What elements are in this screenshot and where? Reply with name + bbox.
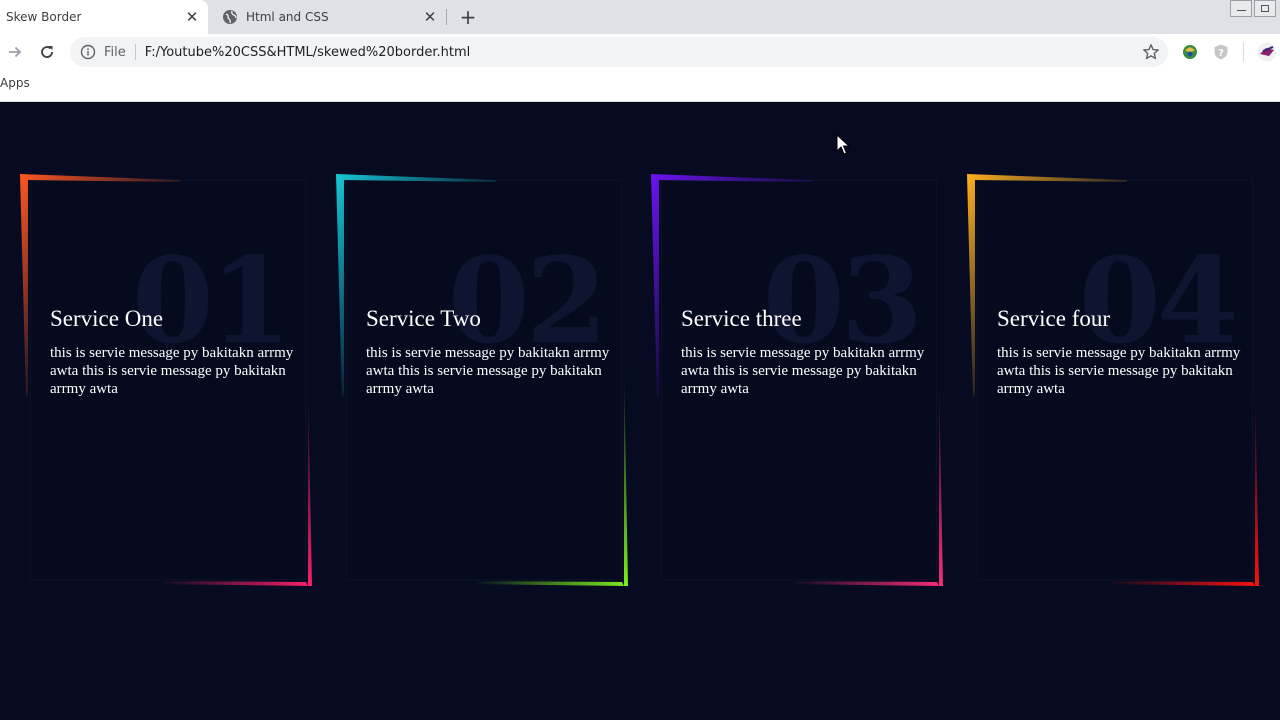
tab-divider bbox=[446, 9, 447, 25]
help-extension-button[interactable]: ? bbox=[1211, 42, 1231, 62]
service-card: 02 Service Two this is servie message py… bbox=[336, 174, 628, 586]
tab-skew-border[interactable]: Skew Border ✕ bbox=[0, 0, 208, 34]
service-card: 04 Service four this is servie message p… bbox=[967, 174, 1259, 586]
tab-html-and-css[interactable]: Html and CSS ✕ bbox=[210, 0, 446, 34]
card-title: Service Two bbox=[366, 306, 481, 331]
close-tab-icon[interactable]: ✕ bbox=[420, 7, 440, 27]
card-text: this is servie message py bakitakn arrmy… bbox=[50, 345, 294, 397]
tab-strip: Skew Border ✕ Html and CSS ✕ + bbox=[0, 0, 1280, 34]
service-card: 03 Service three this is servie message … bbox=[651, 174, 943, 586]
close-tab-icon[interactable]: ✕ bbox=[182, 7, 202, 27]
url-scheme: File bbox=[104, 44, 126, 60]
card-number: 03 bbox=[762, 231, 923, 370]
avatar-icon bbox=[1257, 42, 1277, 62]
card-number: 02 bbox=[447, 231, 608, 370]
card-title: Service One bbox=[50, 306, 164, 331]
card-text: this is servie message py bakitakn arrmy… bbox=[366, 345, 610, 397]
apps-shortcut[interactable]: Apps bbox=[0, 76, 30, 90]
tab-title: Html and CSS bbox=[246, 10, 329, 24]
arrow-right-icon bbox=[9, 46, 22, 58]
extension-button[interactable] bbox=[1180, 42, 1200, 62]
card-title: Service three bbox=[681, 306, 802, 331]
help-shield-icon: ? bbox=[1214, 44, 1228, 60]
page-content: 01 Service One this is servie message py… bbox=[0, 102, 1280, 720]
card-text: this is servie message py bakitakn arrmy… bbox=[997, 345, 1241, 397]
profile-button[interactable] bbox=[1257, 42, 1277, 62]
url-text[interactable]: F:/Youtube%20CSS&HTML/skewed%20border.ht… bbox=[145, 45, 1142, 60]
forward-button[interactable] bbox=[3, 40, 27, 64]
new-tab-button[interactable]: + bbox=[456, 5, 480, 29]
reload-button[interactable] bbox=[35, 40, 59, 64]
minimize-icon bbox=[1236, 10, 1246, 11]
toolbar-divider bbox=[1243, 42, 1244, 62]
extension-icon bbox=[1183, 45, 1197, 59]
restore-button[interactable] bbox=[1254, 0, 1276, 17]
card-number: 04 bbox=[1078, 231, 1239, 370]
bookmarks-bar: Apps bbox=[0, 70, 1280, 102]
globe-icon bbox=[223, 10, 237, 24]
star-icon[interactable] bbox=[1142, 43, 1160, 61]
url-divider bbox=[134, 44, 136, 60]
window-controls bbox=[1230, 0, 1276, 17]
address-bar[interactable]: File F:/Youtube%20CSS&HTML/skewed%20bord… bbox=[70, 37, 1168, 67]
restore-icon bbox=[1261, 5, 1269, 12]
reload-icon bbox=[41, 46, 53, 58]
svg-text:?: ? bbox=[1218, 48, 1224, 59]
card-number: 01 bbox=[131, 231, 292, 370]
service-card: 01 Service One this is servie message py… bbox=[20, 174, 312, 586]
card-title: Service four bbox=[997, 306, 1111, 331]
info-icon[interactable] bbox=[80, 44, 96, 60]
browser-toolbar: File F:/Youtube%20CSS&HTML/skewed%20bord… bbox=[0, 34, 1280, 70]
mouse-cursor-icon bbox=[836, 134, 850, 155]
minimize-button[interactable] bbox=[1230, 0, 1252, 17]
card-text: this is servie message py bakitakn arrmy… bbox=[681, 345, 925, 397]
tab-title: Skew Border bbox=[6, 10, 82, 24]
